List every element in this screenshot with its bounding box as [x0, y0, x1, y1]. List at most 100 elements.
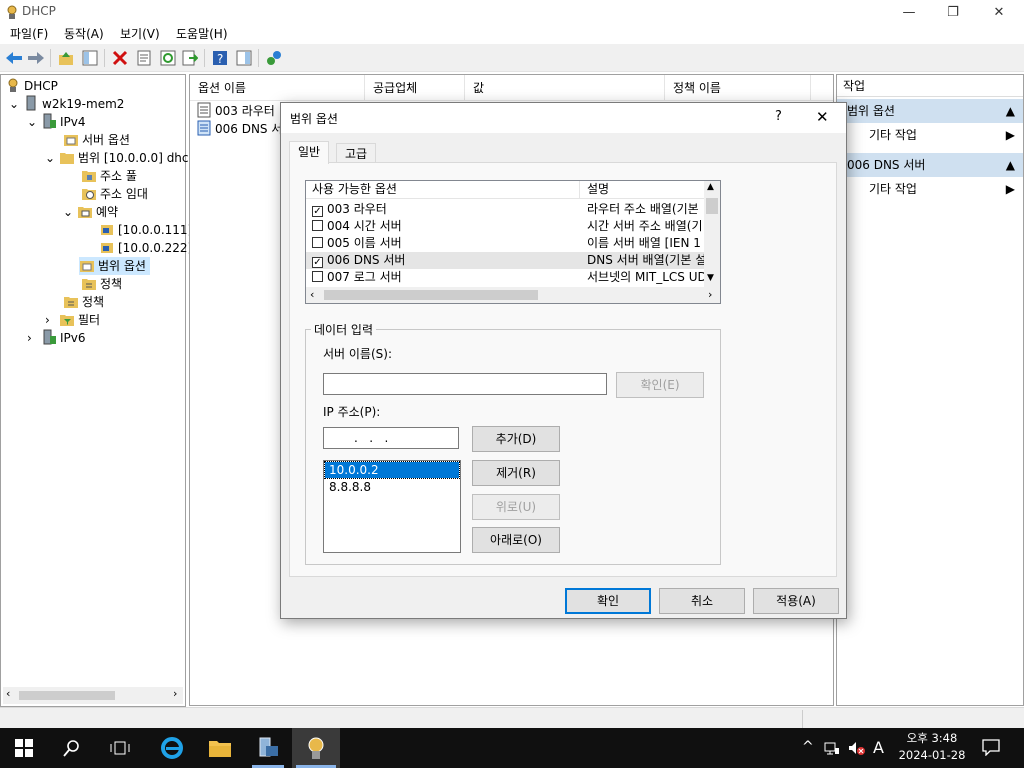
column-vendor[interactable]: 공급업체 [365, 75, 465, 101]
start-button[interactable] [0, 728, 48, 768]
resolve-button[interactable]: 확인(E) [616, 372, 704, 398]
menu-action[interactable]: 동작(A) [60, 25, 108, 43]
maximize-button[interactable]: ❐ [930, 0, 976, 24]
tree-item-address-pool[interactable]: 주소 풀 [81, 167, 137, 185]
option-checkbox[interactable]: ✓ [312, 206, 323, 217]
scroll-down-icon[interactable]: ▼ [707, 273, 714, 283]
option-checkbox[interactable] [312, 237, 323, 248]
menu-file[interactable]: 파일(F) [6, 25, 52, 43]
option-checkbox[interactable] [312, 271, 323, 282]
tree-item-scope-policies[interactable]: 정책 [81, 275, 122, 293]
chevron-down-icon[interactable]: ⌄ [27, 113, 41, 131]
show-hide-tree-icon[interactable] [80, 48, 100, 68]
tree-item-reservations[interactable]: ⌄ 예약 [63, 203, 118, 221]
option-row[interactable]: 005 이름 서버 이름 서버 배열 [IEN 1 [306, 235, 704, 252]
scroll-right-icon[interactable]: › [708, 288, 712, 301]
back-arrow-icon[interactable] [4, 48, 24, 68]
apply-button[interactable]: 적용(A) [753, 588, 839, 614]
show-hidden-icons-chevron-icon[interactable]: ^ [802, 739, 814, 755]
properties-icon[interactable] [134, 48, 154, 68]
taskbar-internet-explorer[interactable] [148, 728, 196, 768]
delete-icon[interactable] [110, 48, 130, 68]
ip-address-input[interactable]: . . . [323, 427, 459, 449]
column-policy-name[interactable]: 정책 이름 [665, 75, 811, 101]
option-checkbox[interactable]: ✓ [312, 257, 323, 268]
tree-item-ipv6[interactable]: › IPv6 [27, 329, 86, 347]
move-down-button[interactable]: 아래로(O) [472, 527, 560, 553]
tree-item-reservation-111[interactable]: [10.0.0.111] [99, 221, 192, 239]
clock[interactable]: 오후 3:48 2024-01-28 [896, 730, 968, 764]
input-method-indicator[interactable]: A [873, 738, 884, 757]
scroll-right-icon[interactable]: › [173, 687, 177, 700]
up-folder-icon[interactable] [56, 48, 76, 68]
tab-general[interactable]: 일반 [289, 141, 330, 164]
available-options-list[interactable]: 사용 가능한 옵션 설명 ✓ 003 라우터 라우터 주소 배열(기본 004 시… [305, 180, 721, 304]
collapse-icon[interactable]: ▲ [1006, 99, 1015, 123]
scroll-up-icon[interactable]: ▲ [707, 182, 714, 192]
action-more-actions[interactable]: 기타 작업 ▶ [837, 177, 1023, 201]
refresh-icon[interactable] [158, 48, 178, 68]
remove-button[interactable]: 제거(R) [472, 460, 560, 486]
list-row[interactable]: 006 DNS 서버 [196, 120, 293, 138]
column-option-name[interactable]: 옵션 이름 [190, 75, 365, 101]
notifications-icon[interactable] [982, 739, 1000, 756]
action-pane-icon[interactable] [234, 48, 254, 68]
close-button[interactable]: ✕ [976, 0, 1022, 24]
chevron-down-icon[interactable]: ⌄ [9, 95, 23, 113]
tree-item-scope[interactable]: ⌄ 범위 [10.0.0.0] dhcp [45, 149, 196, 167]
actions-section-scope-options[interactable]: 범위 옵션 ▲ [837, 99, 1023, 123]
scrollbar-thumb[interactable] [706, 198, 718, 214]
manage-icon[interactable] [264, 48, 284, 68]
list-item[interactable]: 10.0.0.2 [324, 461, 460, 479]
dialog-close-button[interactable]: ✕ [816, 108, 829, 126]
action-more-actions[interactable]: 기타 작업 ▶ [837, 123, 1023, 147]
cancel-button[interactable]: 취소 [659, 588, 745, 614]
scroll-left-icon[interactable]: ‹ [6, 687, 10, 700]
tree-item-filters[interactable]: › 필터 [45, 311, 100, 329]
tree-item-ipv4[interactable]: ⌄ IPv4 [27, 113, 86, 131]
add-button[interactable]: 추가(D) [472, 426, 560, 452]
menu-view[interactable]: 보기(V) [116, 25, 164, 43]
list-item[interactable]: 8.8.8.8 [325, 479, 459, 495]
chevron-down-icon[interactable]: ⌄ [45, 149, 59, 167]
option-row[interactable]: ✓ 003 라우터 라우터 주소 배열(기본 [306, 201, 704, 218]
taskbar-file-explorer[interactable] [196, 728, 244, 768]
forward-arrow-icon[interactable] [26, 48, 46, 68]
search-button[interactable] [48, 728, 96, 768]
tree-item-server[interactable]: ⌄ w2k19-mem2 [9, 95, 124, 113]
server-name-input[interactable] [323, 373, 607, 395]
tree-item-scope-options[interactable]: 범위 옵션 [79, 257, 150, 275]
column-value[interactable]: 값 [465, 75, 665, 101]
option-checkbox[interactable] [312, 220, 323, 231]
scrollbar-thumb[interactable] [19, 691, 115, 700]
options-vertical-scrollbar[interactable]: ▲ ▼ [704, 181, 720, 287]
option-row[interactable]: 007 로그 서버 서브넷의 MIT_LCS UD [306, 269, 704, 286]
volume-muted-icon[interactable] [848, 740, 866, 756]
menu-help[interactable]: 도움말(H) [172, 25, 232, 43]
tree-horizontal-scrollbar[interactable]: ‹ › [3, 687, 183, 704]
tree-item-reservation-222[interactable]: [10.0.0.222] [99, 239, 192, 257]
actions-section-dns-server[interactable]: 006 DNS 서버 ▲ [837, 153, 1023, 177]
column-available-options[interactable]: 사용 가능한 옵션 [306, 181, 580, 199]
scroll-left-icon[interactable]: ‹ [310, 288, 314, 301]
option-row[interactable]: ✓ 006 DNS 서버 DNS 서버 배열(기본 설 [306, 252, 704, 269]
ok-button[interactable]: 확인 [565, 588, 651, 614]
collapse-icon[interactable]: ▲ [1006, 153, 1015, 177]
network-icon[interactable] [824, 740, 840, 756]
option-row[interactable]: 004 시간 서버 시간 서버 주소 배열(기 [306, 218, 704, 235]
chevron-down-icon[interactable]: ⌄ [63, 203, 77, 221]
export-list-icon[interactable] [180, 48, 200, 68]
tree-item-dhcp[interactable]: DHCP [5, 77, 58, 95]
taskbar-dhcp[interactable] [292, 728, 340, 768]
minimize-button[interactable]: — [886, 0, 932, 24]
chevron-right-icon[interactable]: › [27, 329, 41, 347]
chevron-right-icon[interactable]: › [45, 311, 59, 329]
task-view-button[interactable] [96, 728, 144, 768]
tree-item-server-options[interactable]: 서버 옵션 [63, 131, 130, 149]
tab-advanced[interactable]: 고급 [336, 143, 377, 163]
dialog-help-button[interactable]: ? [775, 109, 782, 124]
list-row[interactable]: 003 라우터 [196, 102, 275, 120]
column-description[interactable]: 설명 [581, 181, 704, 199]
ip-address-list[interactable]: 10.0.0.2 8.8.8.8 [323, 460, 461, 553]
tree-item-address-leases[interactable]: 주소 임대 [81, 185, 148, 203]
